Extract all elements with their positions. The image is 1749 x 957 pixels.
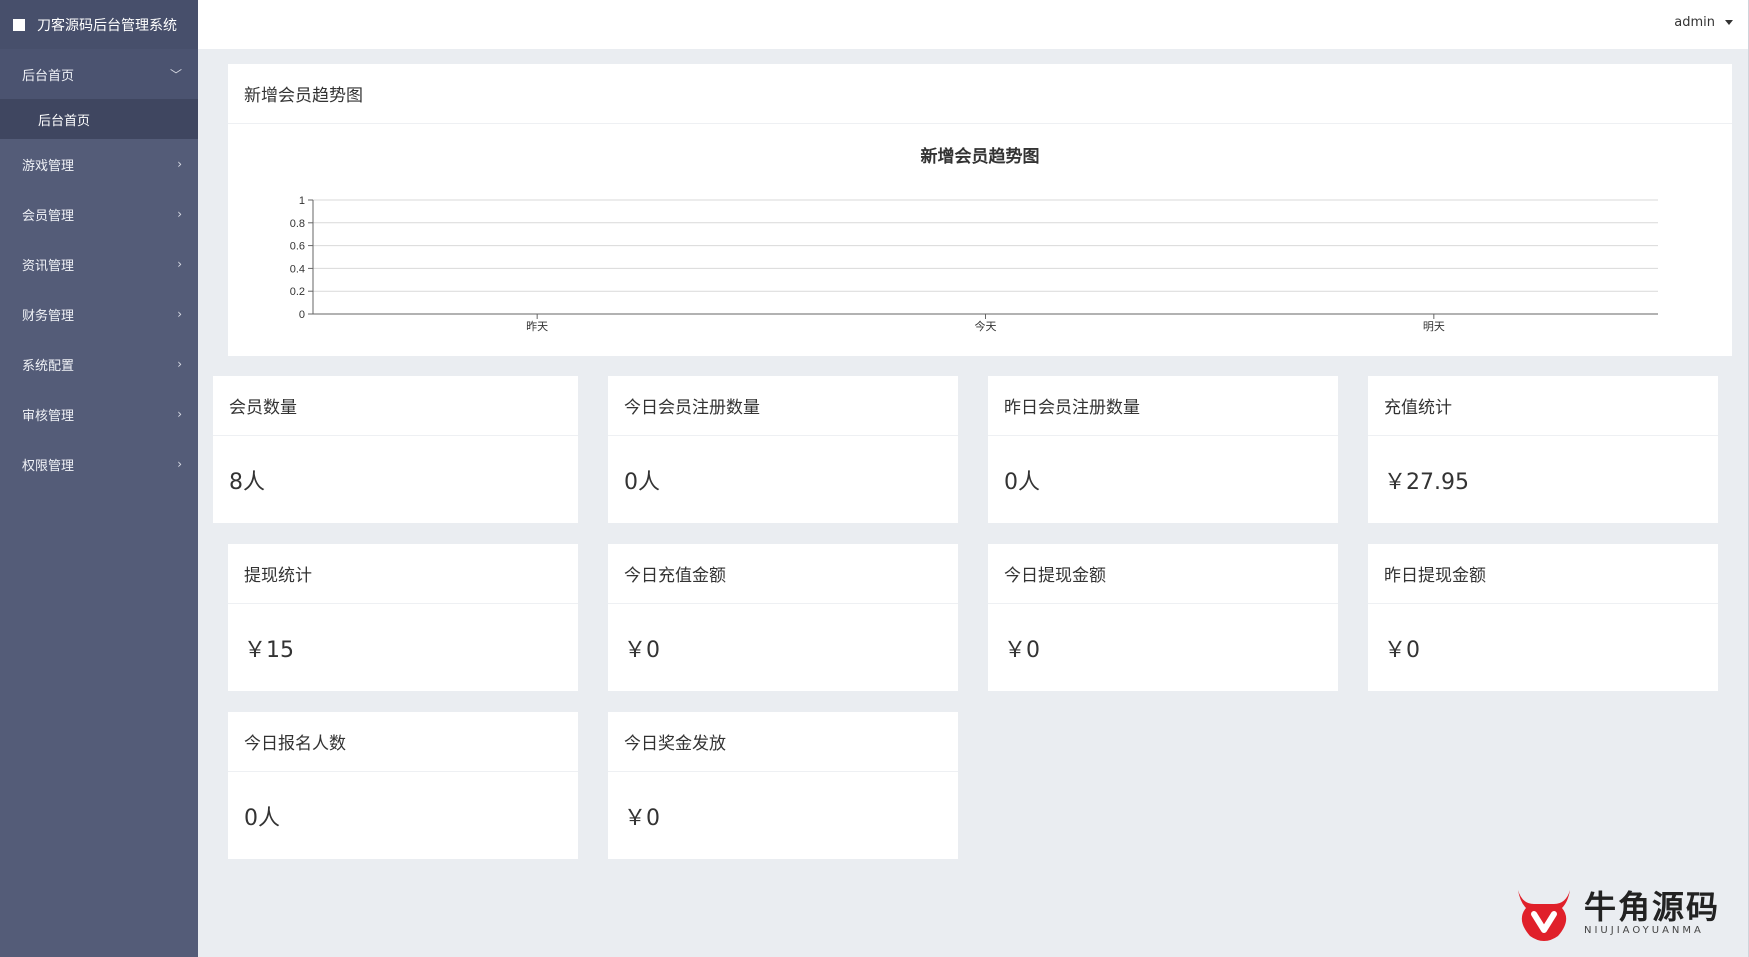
stat-card-value: ￥27.95 — [1384, 469, 1469, 495]
brand: 刀客源码后台管理系统 — [0, 0, 198, 49]
sidebar-item-review[interactable]: 审核管理 › — [0, 389, 198, 439]
stat-card-value: ￥0 — [1004, 637, 1040, 663]
stat-card-today-bonus: 今日奖金发放 ￥0 — [608, 712, 958, 859]
stat-card-value: 0人 — [1004, 469, 1040, 495]
series-point — [985, 313, 986, 315]
stat-card-today-withdraw: 今日提现金额 ￥0 — [988, 544, 1338, 691]
sidebar-item-label: 游戏管理 — [22, 158, 75, 174]
x-tick-label: 今天 — [975, 319, 997, 333]
stat-card-value: ￥0 — [1384, 637, 1420, 663]
stat-card-title: 今日提现金额 — [988, 544, 1338, 604]
chevron-right-icon: › — [177, 457, 182, 471]
stat-card-value: 0人 — [624, 469, 660, 495]
sidebar-item-news[interactable]: 资讯管理 › — [0, 239, 198, 289]
top-bar: admin — [198, 0, 1749, 49]
stat-card-yesterday-registrations: 昨日会员注册数量 0人 — [988, 376, 1338, 523]
caret-down-icon — [1725, 20, 1733, 25]
stat-card-title: 今日会员注册数量 — [608, 376, 958, 436]
x-tick-label: 昨天 — [526, 320, 548, 333]
sidebar-item-permissions[interactable]: 权限管理 › — [0, 439, 198, 489]
stat-card-title: 昨日提现金额 — [1368, 544, 1718, 604]
sidebar-subitem-home[interactable]: 后台首页 — [0, 99, 198, 139]
sidebar-item-label: 资讯管理 — [22, 258, 75, 274]
sidebar-item-games[interactable]: 游戏管理 › — [0, 139, 198, 189]
sidebar-item-label: 系统配置 — [22, 358, 75, 374]
stat-card-value: 0人 — [244, 805, 280, 831]
watermark-name: 牛角源码 — [1584, 887, 1721, 926]
y-tick-label: 0 — [299, 309, 305, 321]
stat-card-today-signups: 今日报名人数 0人 — [228, 712, 578, 859]
y-tick-label: 0.2 — [290, 286, 305, 298]
chart-panel: 新增会员趋势图 新增会员趋势图 1 0.8 0.6 0.4 0.2 0 昨天 今天 明天 — [228, 64, 1732, 356]
y-tick-label: 0.8 — [290, 218, 305, 230]
y-tick-label: 0.6 — [290, 241, 305, 253]
sidebar-item-label: 会员管理 — [22, 208, 75, 224]
series-point — [536, 313, 538, 315]
bull-horn-logo-icon — [1518, 890, 1570, 941]
x-tick-label: 明天 — [1423, 320, 1445, 333]
stat-card-yesterday-withdraw: 昨日提现金额 ￥0 — [1368, 544, 1718, 691]
chevron-right-icon: › — [177, 257, 182, 271]
stat-card-title: 今日奖金发放 — [608, 712, 958, 772]
sidebar-item-home[interactable]: 后台首页 ﹀ — [0, 49, 198, 99]
stat-card-value: ￥0 — [624, 805, 660, 831]
watermark-logo: 牛角源码 NIUJIAOYUANMA — [1512, 880, 1720, 944]
sidebar-item-members[interactable]: 会员管理 › — [0, 189, 198, 239]
watermark-subtitle: NIUJIAOYUANMA — [1584, 924, 1704, 936]
series-point — [1433, 313, 1435, 315]
stat-card-title: 昨日会员注册数量 — [988, 376, 1338, 436]
stat-card-value: 8人 — [229, 469, 265, 495]
app-title: 刀客源码后台管理系统 — [37, 17, 177, 34]
sidebar-item-label: 后台首页 — [22, 68, 75, 84]
chevron-right-icon: › — [177, 407, 182, 421]
stat-card-title: 今日报名人数 — [228, 712, 578, 772]
chevron-right-icon: › — [177, 207, 182, 221]
sidebar-item-finance[interactable]: 财务管理 › — [0, 289, 198, 339]
y-tick-label: 0.4 — [290, 263, 305, 275]
chart-area: 1 0.8 0.6 0.4 0.2 0 昨天 今天 明天 — [290, 195, 1658, 333]
chevron-down-icon: ﹀ — [169, 67, 182, 82]
sidebar-item-label: 财务管理 — [22, 308, 75, 324]
watermark-text: 牛角源码 NIUJIAOYUANMA — [1584, 889, 1720, 936]
stat-card-recharge-total: 充值统计 ￥27.95 — [1368, 376, 1718, 523]
stat-card-value: ￥0 — [624, 637, 660, 663]
user-menu[interactable]: admin — [1674, 15, 1733, 30]
sidebar: 刀客源码后台管理系统 后台首页 ﹀ 后台首页 游戏管理 › 会员管理 › 资讯管… — [0, 0, 198, 957]
chevron-right-icon: › — [177, 157, 182, 171]
stat-card-today-registrations: 今日会员注册数量 0人 — [608, 376, 958, 523]
sidebar-item-label: 审核管理 — [22, 408, 75, 424]
y-tick-label: 1 — [299, 195, 305, 207]
sidebar-item-label: 权限管理 — [22, 458, 75, 474]
stat-card-title: 会员数量 — [213, 376, 578, 436]
stat-card-title: 充值统计 — [1368, 376, 1718, 436]
chevron-right-icon: › — [177, 357, 182, 371]
chevron-right-icon: › — [177, 307, 182, 321]
stat-card-member-count: 会员数量 8人 — [213, 376, 578, 523]
stat-card-value: ￥15 — [244, 637, 294, 663]
sidebar-subitem-label: 后台首页 — [38, 113, 91, 129]
stat-card-withdraw-total: 提现统计 ￥15 — [228, 544, 578, 691]
stat-card-title: 提现统计 — [228, 544, 578, 604]
sidebar-item-settings[interactable]: 系统配置 › — [0, 339, 198, 389]
stat-card-today-recharge: 今日充值金额 ￥0 — [608, 544, 958, 691]
stat-card-title: 今日充值金额 — [608, 544, 958, 604]
user-name: admin — [1674, 15, 1715, 30]
logo-square-icon — [13, 18, 25, 31]
